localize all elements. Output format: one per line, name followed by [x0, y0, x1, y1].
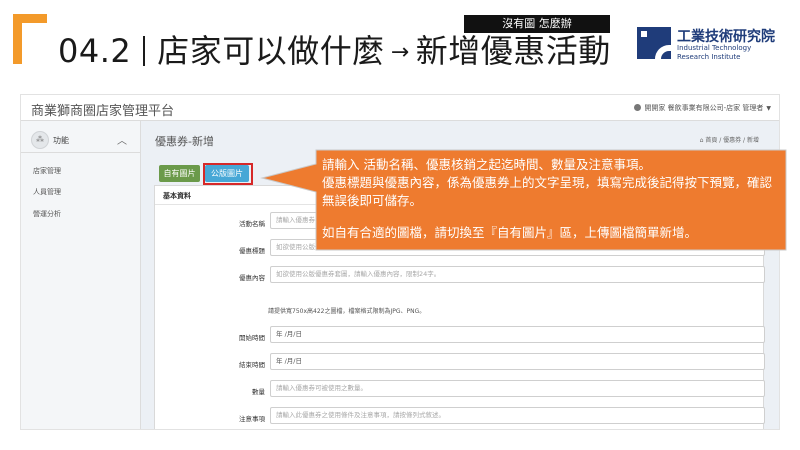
arrow-icon: → — [390, 40, 410, 65]
corner-bracket-decoration — [13, 14, 47, 64]
breadcrumb-text: 首頁 / 優惠券 / 新增 — [705, 137, 759, 144]
org-name-en: Industrial Technology Research Institute — [677, 44, 751, 62]
callout-line-2: 優惠標題與優惠內容，係為優惠券上的文字呈現，填寫完成後記得按下預覽，確認無誤後即… — [322, 175, 773, 208]
start-date-input[interactable]: 年 /月/日 — [270, 326, 765, 343]
image-size-note: 請提供寬750x高422之圖檔，檔案格式限制為JPG、PNG。 — [268, 308, 426, 315]
sidebar-item-staff[interactable]: 人員管理 — [33, 187, 61, 197]
highlight-box — [203, 163, 253, 185]
user-name: 開開家 餐飲事業有限公司-店家 管理者 — [644, 104, 764, 112]
sidebar-item-analytics[interactable]: 營運分析 — [33, 209, 61, 219]
org-name-en-line2: Research Institute — [677, 53, 741, 61]
user-icon — [634, 104, 642, 111]
slide: 04.2 店家可以做什麼 → 新增優惠活動 沒有圖 怎麼辦 工業技術研究院 Indus… — [0, 0, 800, 450]
caret-down-icon: ▼ — [766, 105, 771, 112]
breadcrumb[interactable]: ⌂ 首頁 / 優惠券 / 新增 — [700, 135, 759, 144]
no-image-badge: 沒有圖 怎麼辦 — [464, 15, 610, 33]
coupon-title-label: 優惠標題 — [239, 247, 265, 255]
app-title: 商業獅商圈店家管理平台 — [31, 104, 175, 119]
sidebar-section-header[interactable]: ⁂ 功能 ︿ — [21, 127, 141, 153]
user-menu[interactable]: 開開家 餐飲事業有限公司-店家 管理者 ▼ — [634, 103, 771, 113]
quantity-label: 數量 — [252, 388, 265, 396]
org-name-en-line1: Industrial Technology — [677, 44, 752, 52]
sidebar: ⁂ 功能 ︿ 店家管理 人員管理 營運分析 — [21, 121, 141, 429]
slide-title-number: 04.2 — [58, 32, 132, 70]
callout-line-1: 請輸入 活動名稱、優惠核銷之起迄時間、數量及注意事項。 — [322, 157, 651, 172]
slide-subtitle: 新增優惠活動 — [415, 32, 611, 70]
sidebar-item-store[interactable]: 店家管理 — [33, 166, 61, 176]
callout-text: 請輸入 活動名稱、優惠核銷之起迄時間、數量及注意事項。 優惠標題與優惠內容，係為… — [322, 156, 778, 242]
end-date-input[interactable]: 年 /月/日 — [270, 353, 765, 370]
callout-gap — [322, 210, 778, 224]
start-time-label: 開始時間 — [239, 334, 265, 342]
chevron-up-icon: ︿ — [117, 136, 127, 147]
notes-input[interactable]: 請輸入此優惠券之使用條件及注意事項，請按條列式敘述。 — [270, 407, 765, 424]
slide-title-text: 店家可以做什麼 — [157, 32, 385, 70]
sidebar-section-label: 功能 — [53, 136, 69, 145]
coupon-content-input[interactable]: 如欲使用公版優惠券套圖，請輸入優惠內容，限制24字。 — [270, 266, 765, 283]
admin-screenshot: 商業獅商圈店家管理平台 開開家 餐飲事業有限公司-店家 管理者 ▼ ⁂ 功能 ︿ … — [20, 94, 780, 430]
page-title: 優惠券-新增 — [155, 135, 214, 148]
activity-name-label: 活動名稱 — [239, 220, 265, 228]
title-separator — [143, 36, 146, 66]
tab-own-image[interactable]: 自有圖片 — [159, 165, 200, 182]
end-time-label: 結束時間 — [239, 361, 265, 369]
function-icon: ⁂ — [31, 131, 49, 149]
itri-logo-icon — [637, 27, 671, 59]
org-name-cn: 工業技術研究院 — [677, 29, 775, 45]
panel-title: 基本資料 — [163, 192, 191, 200]
coupon-content-label: 優惠內容 — [239, 274, 265, 282]
app-topbar: 商業獅商圈店家管理平台 開開家 餐飲事業有限公司-店家 管理者 ▼ — [21, 95, 779, 121]
callout-line-3: 如自有合適的圖檔，請切換至『自有圖片』區，上傳圖檔簡單新增。 — [322, 225, 698, 240]
notes-label: 注意事項 — [239, 415, 265, 423]
quantity-input[interactable]: 請輸入優惠券可被使用之數量。 — [270, 380, 765, 397]
